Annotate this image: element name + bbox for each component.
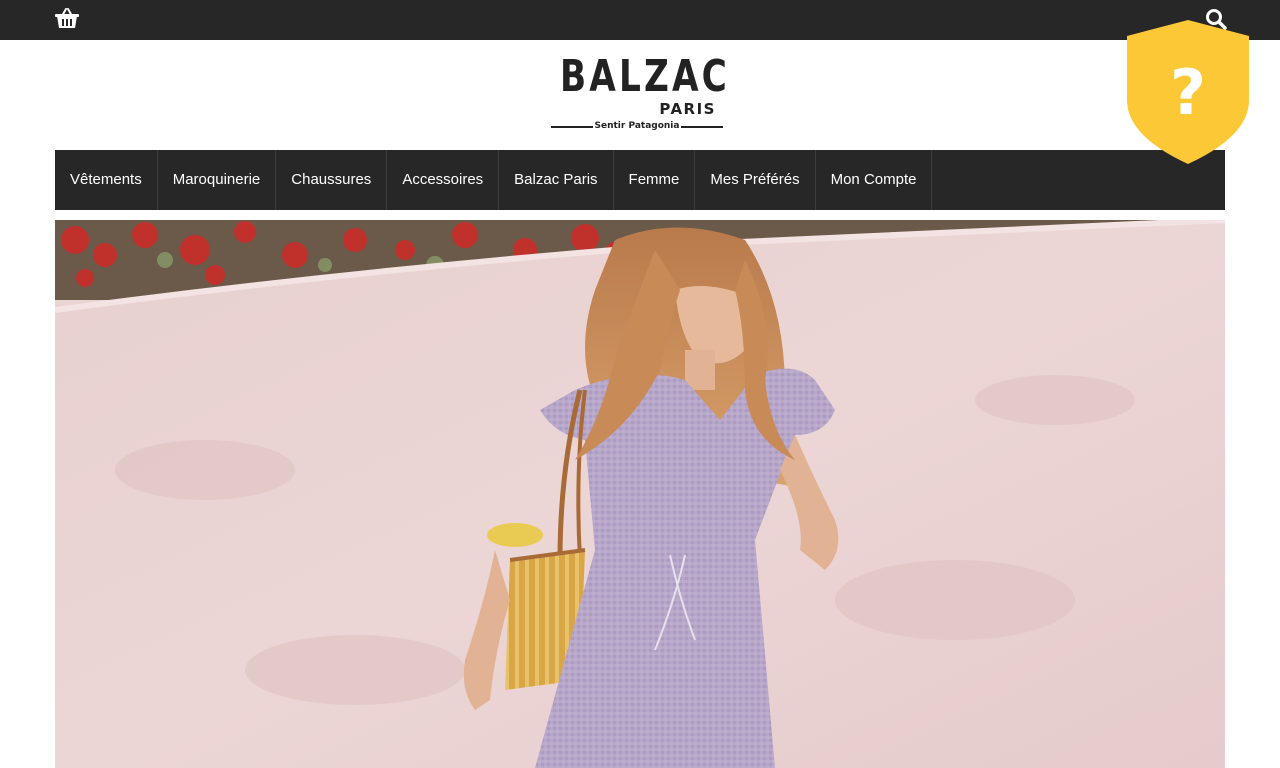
logo-divider-right (681, 126, 723, 128)
nav-item-vetements[interactable]: Vêtements (55, 150, 158, 210)
main-navigation: Vêtements Maroquinerie Chaussures Access… (55, 150, 1225, 210)
hero-photo-illustration (55, 220, 1225, 768)
nav-item-mon-compte[interactable]: Mon Compte (816, 150, 933, 210)
nav-item-femme[interactable]: Femme (614, 150, 696, 210)
nav-item-maroquinerie[interactable]: Maroquinerie (158, 150, 277, 210)
site-logo[interactable]: BALZAC PARIS Sentir Patagonia (548, 52, 727, 136)
question-mark: ? (1170, 56, 1206, 129)
nav-item-balzac-paris[interactable]: Balzac Paris (499, 150, 614, 210)
logo-city: PARIS (659, 100, 716, 118)
nav-item-mes-preferes[interactable]: Mes Préférés (695, 150, 816, 210)
shopping-basket-icon[interactable] (55, 8, 79, 30)
question-shield-badge[interactable]: ? (1125, 18, 1251, 166)
logo-brand: BALZAC (560, 51, 730, 102)
top-bar (0, 0, 1280, 40)
hero-image[interactable] (55, 220, 1225, 768)
nav-item-accessoires[interactable]: Accessoires (387, 150, 500, 210)
nav-item-chaussures[interactable]: Chaussures (276, 150, 388, 210)
